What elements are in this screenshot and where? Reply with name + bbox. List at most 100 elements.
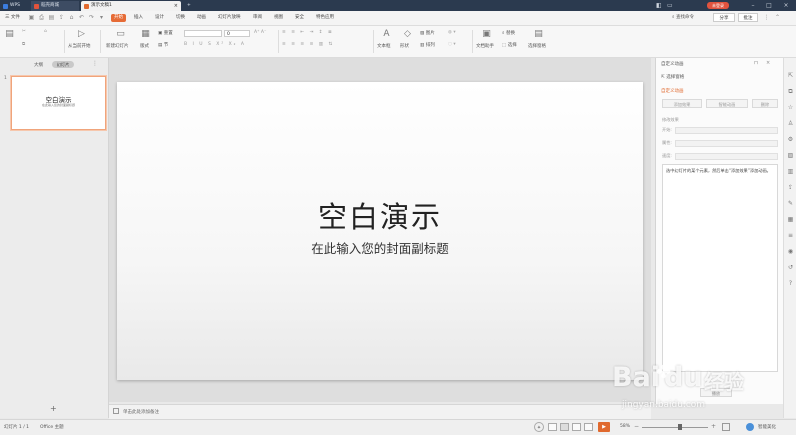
font-name-select[interactable] bbox=[184, 30, 222, 37]
share-button[interactable]: 分享 bbox=[713, 13, 735, 22]
chart-sidebar-icon[interactable]: ▥ bbox=[787, 168, 794, 175]
history-sidebar-icon[interactable]: ↺ bbox=[787, 264, 794, 271]
tab-docer-store[interactable]: 稻壳商城 bbox=[31, 1, 79, 11]
animation-list[interactable]: 选中幻灯片的某个元素，然后单击“添加效果”添加动画。 bbox=[662, 164, 778, 372]
doc-assistant-button[interactable]: ▣ 文档助手 bbox=[476, 29, 498, 55]
select-button[interactable]: ⬚ 选择 bbox=[502, 42, 526, 50]
copy-sidebar-icon[interactable]: ⧉ bbox=[787, 88, 794, 95]
list-sidebar-icon[interactable]: ≡ bbox=[787, 232, 794, 239]
section-button[interactable]: ▤ 节 bbox=[158, 42, 180, 50]
tab-outline[interactable]: 大纲 bbox=[34, 62, 43, 68]
more-options-icon[interactable]: ⋮ bbox=[763, 14, 770, 21]
edit-sidebar-icon[interactable]: ✎ bbox=[787, 200, 794, 207]
start-select[interactable] bbox=[675, 127, 778, 134]
speed-select[interactable] bbox=[675, 153, 778, 160]
zoom-in-icon[interactable]: + bbox=[711, 423, 716, 430]
fit-window-icon[interactable] bbox=[722, 423, 730, 431]
property-select[interactable] bbox=[675, 140, 778, 147]
tab-slides[interactable]: 幻灯片 bbox=[52, 61, 74, 68]
zoom-out-icon[interactable]: − bbox=[634, 423, 639, 430]
close-tab-icon[interactable]: × bbox=[174, 1, 178, 11]
image-sidebar-icon[interactable]: ▨ bbox=[787, 152, 794, 159]
smart-beautify[interactable]: 智能美化 bbox=[758, 424, 776, 430]
fill-button[interactable]: ◍ ▾ bbox=[448, 30, 468, 38]
outline-button[interactable]: ◌ ▾ bbox=[448, 42, 468, 50]
arrange-button[interactable]: ▥ 排列 bbox=[420, 42, 444, 50]
comment-button[interactable]: 批注 bbox=[738, 13, 758, 22]
list-buttons[interactable]: ≡ ≡ ⇤ ⇥ ↕ ≣ bbox=[282, 30, 370, 38]
cut-button[interactable]: ✂ bbox=[22, 29, 40, 37]
reading-view-icon[interactable] bbox=[584, 423, 593, 431]
layout-button[interactable]: ▦ 版式 bbox=[140, 29, 154, 55]
font-style-buttons[interactable]: B I U S X² X₂ A bbox=[184, 42, 254, 50]
file-menu[interactable]: 三 文件 bbox=[2, 14, 23, 22]
font-size-select[interactable]: 0 bbox=[224, 30, 250, 37]
location-sidebar-icon[interactable]: ◉ bbox=[787, 248, 794, 255]
slideshow-play-button[interactable]: ▶ bbox=[598, 422, 610, 432]
save-icon[interactable]: ▣ bbox=[28, 14, 35, 21]
share-sidebar-icon[interactable]: ⇪ bbox=[787, 184, 794, 191]
sorter-view-icon[interactable] bbox=[572, 423, 581, 431]
help-sidebar-icon[interactable]: ? bbox=[787, 280, 794, 287]
format-painter-icon[interactable]: ⌂ bbox=[68, 14, 75, 21]
replace-button[interactable]: ⌕ 替换 bbox=[502, 30, 526, 38]
grow-font-icon[interactable]: A⁺ A⁻ bbox=[254, 30, 274, 38]
new-tab-button[interactable]: + bbox=[184, 1, 196, 11]
menu-insert[interactable]: 插入 bbox=[131, 14, 146, 22]
align-buttons[interactable]: ≡ ≡ ≡ ≡ ▥ ⇅ bbox=[282, 42, 370, 50]
menu-view[interactable]: 视图 bbox=[271, 14, 286, 22]
slide-thumbnail[interactable]: 空白演示 在此输入您的封面副标题 bbox=[11, 76, 106, 130]
menu-slideshow[interactable]: 幻灯片放映 bbox=[215, 14, 244, 22]
ai-icon[interactable] bbox=[746, 423, 754, 431]
slide-subtitle[interactable]: 在此输入您的封面副标题 bbox=[117, 238, 643, 257]
collapse-ribbon-icon[interactable]: ⌃ bbox=[774, 14, 781, 21]
reset-button[interactable]: ▣ 重置 bbox=[158, 30, 180, 38]
skin-icon[interactable]: ◧ bbox=[656, 2, 663, 9]
chat-icon[interactable]: ▭ bbox=[667, 2, 674, 9]
print-icon[interactable]: ⎙ bbox=[38, 14, 45, 21]
delete-button[interactable]: 删除 bbox=[752, 99, 778, 108]
notes-pane[interactable]: 单击此处添加备注 bbox=[109, 404, 651, 420]
beautify-icon[interactable]: ✦ bbox=[534, 422, 544, 432]
menu-design[interactable]: 设计 bbox=[152, 14, 167, 22]
command-search[interactable]: ⌕ 查找命令 bbox=[672, 14, 694, 22]
export-icon[interactable]: ⇪ bbox=[58, 14, 65, 21]
tab-document[interactable]: 演示文稿1 × bbox=[81, 1, 181, 11]
grid-sidebar-icon[interactable]: ▦ bbox=[787, 216, 794, 223]
menu-transition[interactable]: 切换 bbox=[173, 14, 188, 22]
play-animation-button[interactable]: 播放 bbox=[700, 388, 732, 397]
notes-view-icon[interactable] bbox=[548, 423, 557, 431]
play-from-current-button[interactable]: ▷ 从当前开始 bbox=[68, 29, 96, 55]
dropdown-icon[interactable]: ▾ bbox=[98, 14, 105, 21]
close-window-icon[interactable]: × bbox=[779, 0, 793, 11]
menu-features[interactable]: 特色应用 bbox=[313, 14, 337, 22]
paste-button[interactable]: ▤ bbox=[4, 29, 18, 55]
pane-close-icon[interactable]: × bbox=[766, 60, 770, 66]
normal-view-icon[interactable] bbox=[560, 423, 569, 431]
redo-icon[interactable]: ↷ bbox=[88, 14, 95, 21]
pane-pin-icon[interactable]: ⊓ bbox=[754, 60, 758, 66]
shapes-button[interactable]: ◇ 形状 bbox=[400, 29, 416, 55]
zoom-level[interactable]: 58% bbox=[620, 424, 630, 429]
zoom-slider-handle[interactable] bbox=[678, 424, 682, 430]
tab-wps-home[interactable]: WPS bbox=[0, 1, 30, 11]
copy-button[interactable]: ⧉ bbox=[22, 41, 40, 49]
smart-animation-button[interactable]: 智能动画 bbox=[706, 99, 748, 108]
settings-sidebar-icon[interactable]: ⚙ bbox=[787, 136, 794, 143]
star-sidebar-icon[interactable]: ☆ bbox=[787, 104, 794, 111]
zoom-slider[interactable] bbox=[642, 427, 708, 428]
menu-security[interactable]: 安全 bbox=[292, 14, 307, 22]
menu-home[interactable]: 开始 bbox=[111, 14, 126, 22]
add-slide-button[interactable]: + bbox=[50, 404, 57, 413]
menu-review[interactable]: 审阅 bbox=[250, 14, 265, 22]
cursor-sidebar-icon[interactable]: ⇱ bbox=[787, 72, 794, 79]
undo-icon[interactable]: ↶ bbox=[78, 14, 85, 21]
maximize-icon[interactable]: □ bbox=[762, 0, 776, 11]
login-badge[interactable]: 未登录 bbox=[707, 2, 729, 9]
new-slide-button[interactable]: ▭ 新建幻灯片 bbox=[106, 29, 136, 55]
select-pane-button[interactable]: ▤ 选择窗格 bbox=[528, 29, 550, 55]
picture-button[interactable]: ▨ 图片 bbox=[420, 30, 444, 38]
panel-menu-icon[interactable]: ⋮ bbox=[92, 60, 98, 67]
slide-title[interactable]: 空白演示 bbox=[117, 194, 643, 236]
minimize-icon[interactable]: – bbox=[746, 0, 760, 11]
